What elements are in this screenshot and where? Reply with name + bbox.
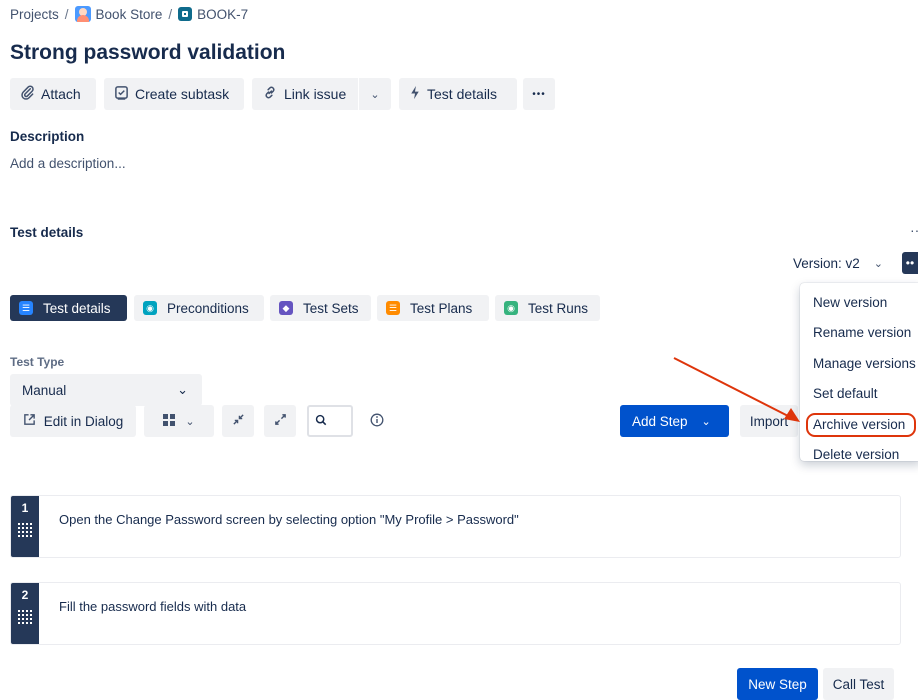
step-number: 1: [21, 501, 29, 515]
description-placeholder[interactable]: Add a description...: [10, 156, 126, 171]
breadcrumb-project[interactable]: Book Store: [96, 7, 163, 22]
test-plans-icon: ☰: [386, 301, 400, 315]
link-icon: [262, 85, 278, 103]
list-item[interactable]: 1 Open the Change Password screen by sel…: [10, 495, 901, 558]
annotation-arrow-icon: [673, 357, 800, 422]
drag-handle-icon[interactable]: [18, 523, 32, 537]
external-link-icon: [23, 413, 36, 429]
preconditions-icon: ◉: [143, 301, 157, 315]
tab-test-plans[interactable]: ☰ Test Plans: [377, 295, 489, 321]
tab-preconditions[interactable]: ◉ Preconditions: [134, 295, 264, 321]
list-item[interactable]: 2 Fill the password fields with data: [10, 582, 901, 645]
expand-button[interactable]: [264, 405, 296, 437]
call-test-button[interactable]: Call Test: [823, 668, 894, 700]
expand-icon: [274, 413, 287, 429]
step-number: 2: [21, 588, 29, 602]
page-title[interactable]: Strong password validation: [10, 41, 285, 65]
create-subtask-button[interactable]: Create subtask: [104, 78, 244, 110]
breadcrumb: Projects / Book Store / BOOK-7: [10, 6, 248, 22]
step-action-text[interactable]: Open the Change Password screen by selec…: [59, 512, 519, 527]
view-mode-button[interactable]: ⌄: [144, 405, 214, 437]
version-label: Version: v2: [793, 256, 860, 271]
test-runs-icon: ◉: [504, 301, 518, 315]
test-type-value: Manual: [22, 382, 67, 398]
tab-label: Test Runs: [528, 300, 589, 316]
edit-in-dialog-label: Edit in Dialog: [43, 413, 124, 429]
version-more-button[interactable]: ••: [902, 252, 918, 274]
edit-in-dialog-button[interactable]: Edit in Dialog: [10, 405, 136, 437]
annotation-highlight-ring: [806, 413, 916, 437]
chevron-down-icon: ⌄: [177, 382, 188, 397]
drag-handle-icon[interactable]: [18, 610, 32, 624]
step-number-badge[interactable]: 1: [11, 496, 39, 557]
tab-label: Test details: [43, 300, 111, 316]
collapse-button[interactable]: [222, 405, 254, 437]
project-avatar-icon: [74, 6, 91, 22]
breadcrumb-separator: /: [168, 6, 173, 22]
tab-label: Test Plans: [410, 300, 473, 316]
menu-item-delete-version[interactable]: Delete version: [800, 440, 918, 471]
lightning-icon: [409, 85, 421, 103]
collapse-icon: [232, 413, 245, 429]
breadcrumb-issue-key[interactable]: BOOK-7: [197, 7, 248, 22]
link-issue-dropdown-button[interactable]: ⌄: [359, 78, 391, 110]
tab-test-runs[interactable]: ◉ Test Runs: [495, 295, 600, 321]
test-type-label: Test Type: [10, 355, 65, 369]
chevron-down-icon: ⌄: [185, 415, 195, 428]
link-issue-button[interactable]: Link issue: [252, 78, 358, 110]
menu-item-set-default[interactable]: Set default: [800, 379, 918, 410]
steps-search-input[interactable]: [307, 405, 353, 437]
breadcrumb-projects[interactable]: Projects: [10, 7, 59, 22]
breadcrumb-separator: /: [64, 6, 69, 22]
tab-label: Preconditions: [167, 300, 249, 316]
more-actions-button[interactable]: •••: [523, 78, 555, 110]
subtask-icon: [114, 85, 129, 103]
list-icon: ☰: [19, 301, 33, 315]
section-more-icon[interactable]: ··: [910, 222, 918, 238]
attach-button[interactable]: Attach: [10, 78, 96, 110]
search-icon: [315, 413, 327, 429]
step-action-text[interactable]: Fill the password fields with data: [59, 599, 246, 614]
new-step-button[interactable]: New Step: [737, 668, 818, 700]
test-details-button[interactable]: Test details: [399, 78, 517, 110]
create-subtask-label: Create subtask: [135, 86, 230, 102]
menu-item-manage-versions[interactable]: Manage versions: [800, 348, 918, 379]
paperclip-icon: [20, 85, 35, 103]
description-label: Description: [10, 129, 85, 144]
menu-item-new-version[interactable]: New version: [800, 287, 918, 318]
menu-item-rename-version[interactable]: Rename version: [800, 318, 918, 349]
test-details-heading: Test details: [10, 225, 84, 240]
attach-label: Attach: [41, 86, 81, 102]
test-sets-icon: ◆: [279, 301, 293, 315]
tab-test-details[interactable]: ☰ Test details: [10, 295, 127, 321]
chevron-down-icon: ⌄: [873, 258, 884, 270]
tab-label: Test Sets: [303, 300, 359, 316]
tab-test-sets[interactable]: ◆ Test Sets: [270, 295, 371, 321]
test-type-select[interactable]: Manual ⌄: [10, 374, 202, 406]
test-details-label: Test details: [427, 86, 498, 102]
link-issue-label: Link issue: [284, 86, 347, 102]
info-icon[interactable]: [370, 413, 384, 430]
step-number-badge[interactable]: 2: [11, 583, 39, 644]
test-issue-type-icon: [178, 7, 193, 21]
chevron-down-icon: ⌄: [370, 88, 380, 101]
grid-view-icon: [163, 413, 176, 429]
version-selector[interactable]: Version: v2 ⌄: [793, 256, 883, 271]
